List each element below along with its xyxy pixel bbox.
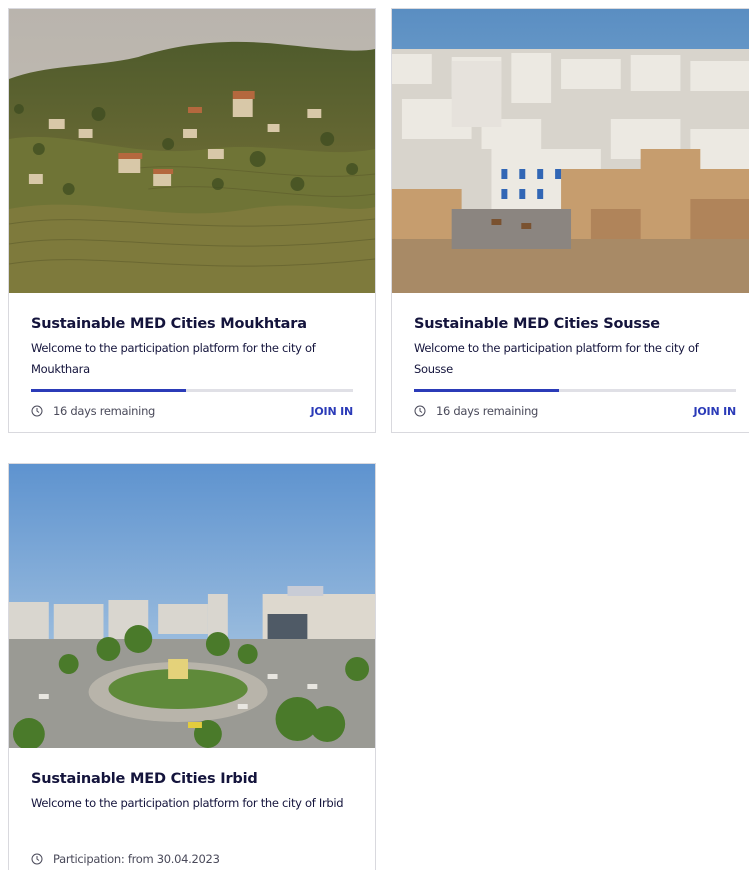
- project-title[interactable]: Sustainable MED Cities Sousse: [414, 315, 736, 333]
- progress-fill: [414, 389, 559, 392]
- clock-icon: [414, 405, 426, 417]
- join-in-button[interactable]: JOIN IN: [694, 405, 737, 418]
- join-in-button[interactable]: JOIN IN: [311, 405, 354, 418]
- time-remaining: 16 days remaining: [414, 404, 538, 418]
- time-remaining: 16 days remaining: [31, 404, 155, 418]
- project-title[interactable]: Sustainable MED Cities Irbid: [31, 770, 353, 788]
- project-image-moukhtara[interactable]: [9, 9, 375, 293]
- project-image-irbid[interactable]: [9, 464, 375, 748]
- project-card-moukhtara[interactable]: Sustainable MED Cities Moukhtara Welcome…: [8, 8, 376, 433]
- time-remaining-text: 16 days remaining: [53, 404, 156, 418]
- progress-fill: [31, 389, 186, 392]
- progress-bar: [414, 389, 736, 392]
- project-card-irbid[interactable]: Sustainable MED Cities Irbid Welcome to …: [8, 463, 376, 870]
- project-image-sousse[interactable]: [392, 9, 749, 293]
- project-description: Welcome to the participation platform fo…: [31, 796, 344, 810]
- time-remaining-text: 16 days remaining: [436, 404, 539, 418]
- progress-bar: [31, 389, 353, 392]
- participation-date: Participation: from 30.04.2023: [31, 852, 220, 866]
- project-card-sousse[interactable]: Sustainable MED Cities Sousse Welcome to…: [391, 8, 749, 433]
- clock-icon: [31, 405, 43, 417]
- participation-date-text: Participation: from 30.04.2023: [53, 852, 220, 866]
- project-description: Welcome to the participation platform fo…: [414, 341, 699, 376]
- project-title[interactable]: Sustainable MED Cities Moukhtara: [31, 315, 353, 333]
- project-grid: Sustainable MED Cities Moukhtara Welcome…: [0, 0, 749, 870]
- project-description: Welcome to the participation platform fo…: [31, 341, 316, 376]
- clock-icon: [31, 853, 43, 865]
